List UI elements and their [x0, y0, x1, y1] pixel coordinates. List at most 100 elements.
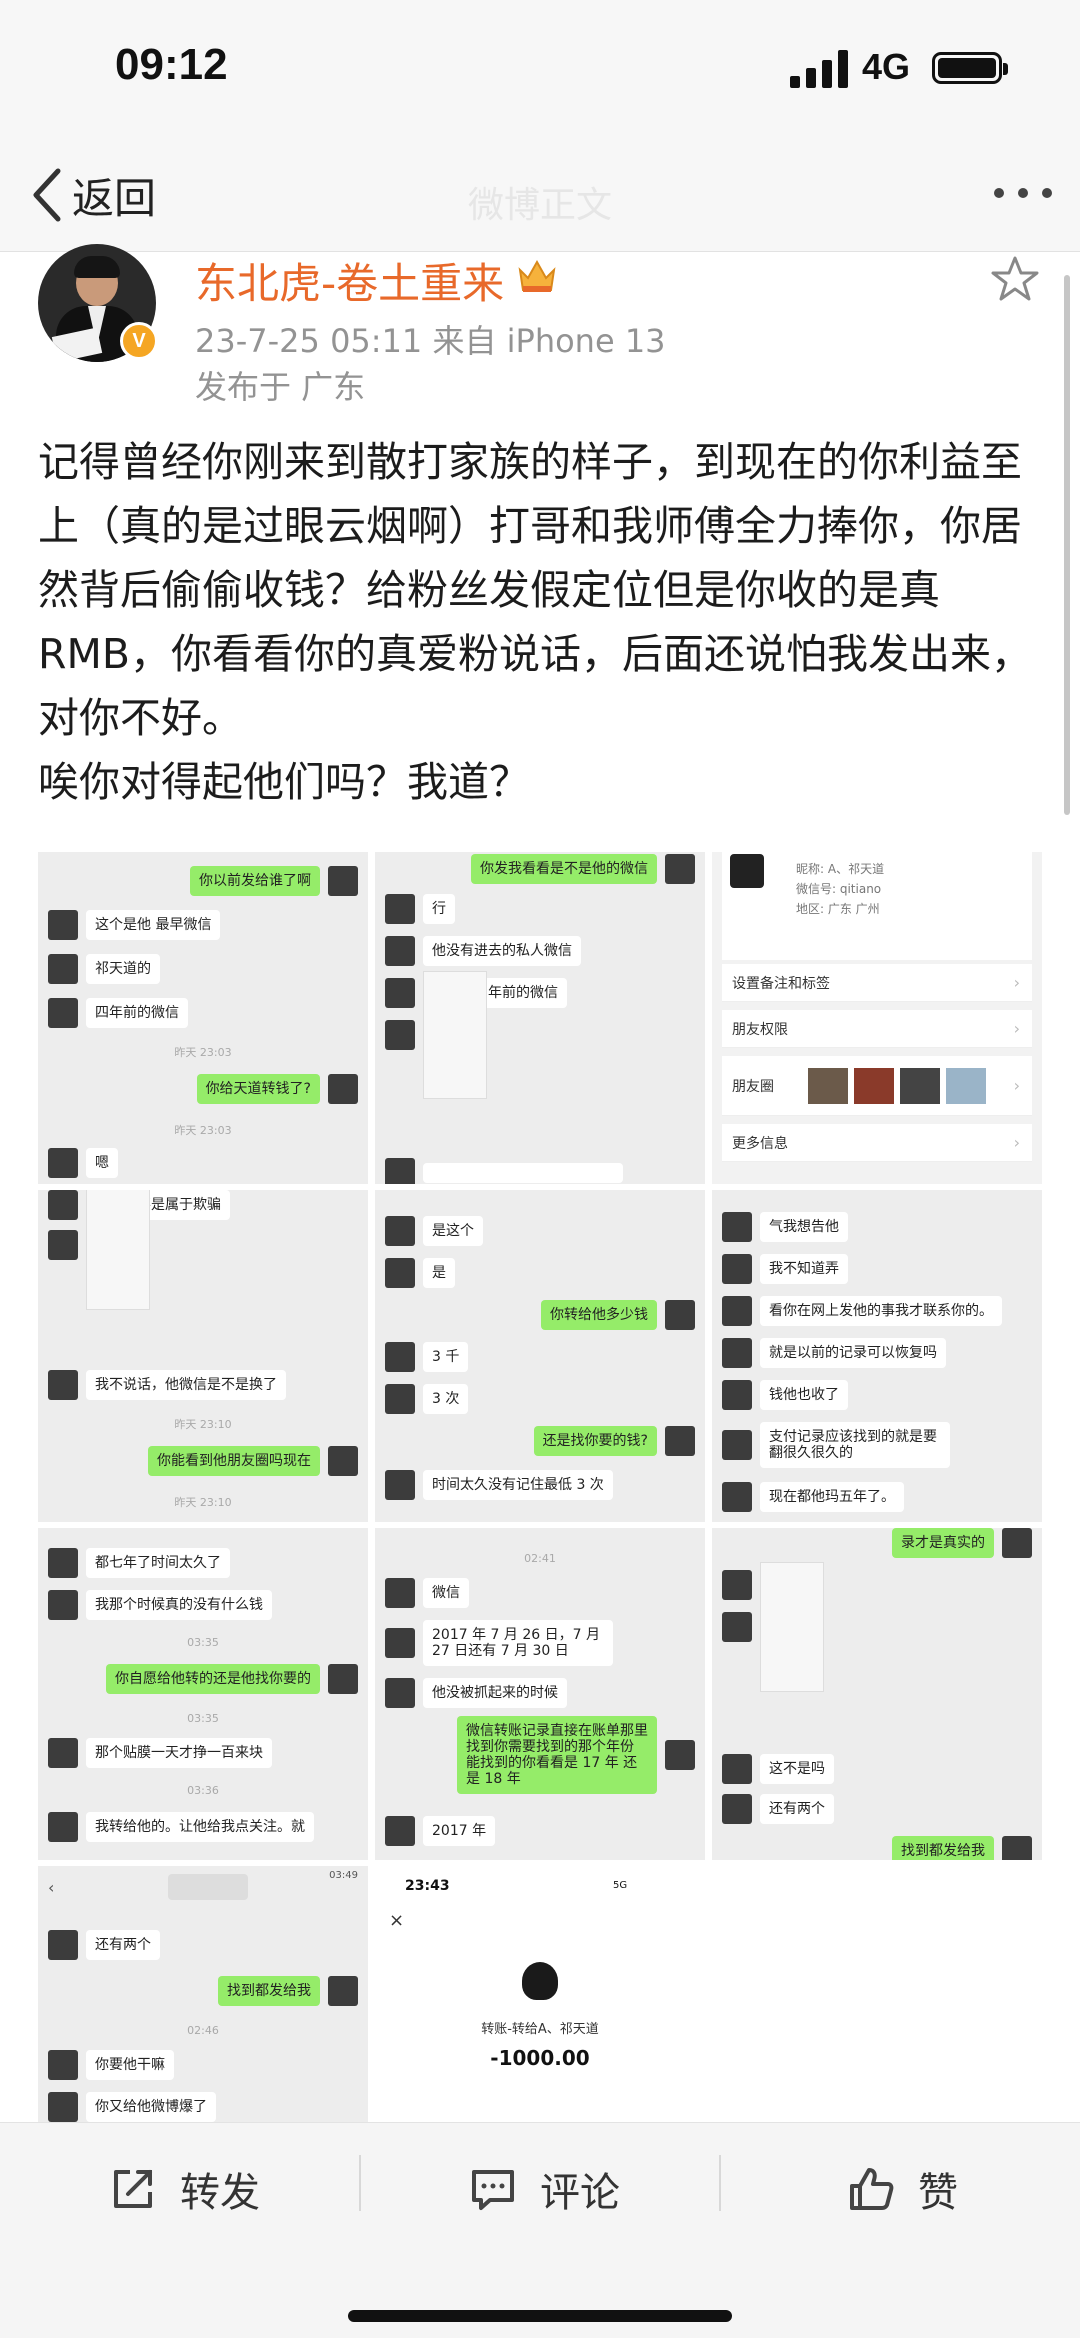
profile-region: 地区: 广东 广州: [796, 902, 880, 916]
chat-timestamp: 昨天 23:03: [174, 1046, 232, 1059]
screenshot-image-8[interactable]: 02:41 微信 2017 年 7 月 26 日，7 月 27 日还有 7 月 …: [375, 1528, 705, 1860]
chat-message: 他没有进去的私人微信: [423, 936, 581, 966]
chat-message: 都七年了时间太久了: [86, 1548, 230, 1578]
chat-message: 还有两个: [760, 1794, 834, 1824]
chat-message: 时间太久没有记住最低 3 次: [423, 1470, 613, 1500]
image-grid: 你以前发给谁了啊 这个是他 最早微信 祁天道的 四年前的微信 昨天 23:03 …: [38, 852, 1042, 2122]
like-button[interactable]: 赞: [846, 2153, 958, 2225]
chat-message: 嗯: [86, 1148, 118, 1178]
chat-message: 2017 年: [423, 1816, 496, 1846]
screenshot-image-4[interactable]: 他这是不是属于欺骗 我不说话，他微信是不是换了 昨天 23:10 你能看到他朋友…: [38, 1190, 368, 1522]
chat-message: 现在都他玛五年了。: [760, 1482, 904, 1512]
chat-timestamp: 02:46: [187, 2024, 219, 2037]
post-location: 发布于 广东: [195, 368, 366, 406]
profile-row-more: 更多信息 ›: [722, 1124, 1032, 1162]
screenshot-image-10[interactable]: ‹ 03:49 还有两个 找到都发给我 02:46 你要他干嘛 你又给他微博爆了: [38, 1866, 368, 2122]
chat-timestamp: 03:35: [187, 1712, 219, 1725]
chat-message: 我不知道弄: [760, 1254, 848, 1284]
profile-nickname: 昵称: A、祁天道: [796, 862, 885, 876]
chat-message: 录才是真实的: [892, 1528, 994, 1558]
screenshot-image-6[interactable]: 气我想告他 我不知道弄 看你在网上发他的事我才联系你的。 就是以前的记录可以恢复…: [712, 1190, 1042, 1522]
chat-message: 支付记录应该找到的就是要翻很久很久的: [760, 1422, 950, 1468]
thumbs-up-icon: [850, 2168, 894, 2210]
chat-message: 这不是吗: [760, 1754, 834, 1784]
chat-message: 这个是他 最早微信: [86, 910, 221, 940]
signal-icon: [790, 50, 848, 88]
chat-message: 找到都发给我: [218, 1976, 320, 2006]
scroll-indicator: [1064, 275, 1070, 815]
chat-message: 2017 年 7 月 26 日，7 月 27 日还有 7 月 30 日: [423, 1620, 613, 1666]
screenshot-image-3[interactable]: 昵称: A、祁天道 微信号: qitiano 地区: 广东 广州 设置备注和标签…: [712, 852, 1042, 1184]
chat-message: 你转给他多少钱: [541, 1300, 657, 1330]
status-time: 09:12: [115, 40, 228, 89]
chat-message: 你能看到他朋友圈吗现在: [148, 1446, 320, 1476]
author-name[interactable]: 东北虎-卷土重来: [195, 250, 504, 311]
chat-timestamp: 昨天 23:10: [174, 1418, 232, 1431]
chat-message: 钱他也收了: [760, 1380, 848, 1410]
chat-message: 就是以前的记录可以恢复吗: [760, 1338, 946, 1368]
chat-header: ‹ 03:49: [38, 1866, 368, 1910]
profile-row-moments: 朋友圈 ›: [722, 1056, 1032, 1116]
image-thumbnail: [86, 1190, 150, 1310]
chat-timestamp: 03:36: [187, 1784, 219, 1797]
home-indicator: [348, 2310, 732, 2322]
chat-message: 你又给他微博爆了: [86, 2092, 216, 2122]
chat-message: 是这个: [423, 1216, 483, 1246]
repost-icon: [114, 2170, 152, 2208]
chat-message: 还有两个: [86, 1930, 160, 1960]
chat-timestamp: 03:35: [187, 1636, 219, 1649]
chat-message: 我转给他的。让他给我点关注。就: [86, 1812, 314, 1842]
transfer-network: 5G: [613, 1880, 628, 1891]
divider: [719, 2155, 721, 2211]
chat-message: 是: [423, 1258, 455, 1288]
repost-button[interactable]: 转发: [108, 2153, 260, 2225]
chat-message: 3 千: [423, 1342, 469, 1372]
image-thumbnail: [423, 971, 487, 1099]
chat-message: 我那个时候真的没有什么钱: [86, 1590, 272, 1620]
chat-timestamp: 昨天 23:10: [174, 1496, 232, 1509]
chat-message: 微信: [423, 1578, 469, 1608]
screenshot-image-1[interactable]: 你以前发给谁了啊 这个是他 最早微信 祁天道的 四年前的微信 昨天 23:03 …: [38, 852, 368, 1184]
profile-row-permission: 朋友权限 ›: [722, 1010, 1032, 1048]
like-label: 赞: [918, 2170, 958, 2216]
screenshot-image-11[interactable]: 23:43 5G × 转账-转给A、祁天道 -1000.00: [375, 1866, 705, 2122]
payee-logo: [522, 1962, 558, 2000]
crown-icon: [518, 259, 556, 292]
transfer-amount: -1000.00: [490, 2046, 590, 2070]
battery-icon: [932, 52, 1008, 84]
screenshot-image-5[interactable]: 是这个 是 你转给他多少钱 3 千 3 次 还是找你要的钱? 时间太久没有记住最…: [375, 1190, 705, 1522]
screenshot-image-2[interactable]: 你发我看看是不是他的微信 行 他没有进去的私人微信 我有他四年前的微信: [375, 852, 705, 1184]
status-bar: 09:12 4G: [0, 0, 1080, 140]
chat-message: 你给天道转钱了?: [196, 1074, 320, 1104]
chat-timestamp: 昨天 23:03: [174, 1124, 232, 1137]
favorite-star-icon[interactable]: [990, 254, 1040, 304]
nav-bar: 返回 微博正文: [0, 140, 1080, 252]
chat-message: 你要他干嘛: [86, 2050, 174, 2080]
chat-message: 四年前的微信: [86, 998, 188, 1028]
post-meta: 23-7-25 05:11 来自 iPhone 13: [195, 322, 666, 360]
chat-message: 你发我看看是不是他的微信: [471, 854, 657, 884]
divider: [359, 2155, 361, 2211]
profile-avatar: [730, 854, 764, 888]
more-options-button[interactable]: [994, 188, 1052, 198]
screenshot-image-9[interactable]: 录才是真实的 有 这不是吗 还有两个 找到都发给我: [712, 1528, 1042, 1860]
chat-message: 祁天道的: [86, 954, 160, 984]
chat-message: 你以前发给谁了啊: [190, 866, 320, 896]
nav-title: 微博正文: [467, 185, 612, 226]
chat-timestamp: 02:41: [524, 1552, 556, 1565]
chat-message: 微信转账记录直接在账单那里找到你需要找到的那个年份 能找到的你看看是 17 年 …: [457, 1716, 657, 1794]
close-icon: ×: [389, 1910, 405, 1931]
profile-wechat-id: 微信号: qitiano: [796, 882, 882, 896]
weibo-post-screen: 09:12 4G 返回 微博正文 V 东北虎-卷土重来 23-7-25 05:1…: [0, 0, 1080, 2338]
transfer-clock: 23:43: [405, 1878, 450, 1894]
chat-message: 找到都发给我: [892, 1836, 994, 1860]
chat-message: 行: [423, 894, 455, 924]
comment-label: 评论: [540, 2170, 620, 2216]
screenshot-image-7[interactable]: 都七年了时间太久了 我那个时候真的没有什么钱 03:35 你自愿给他转的还是他找…: [38, 1528, 368, 1860]
chat-message: 他没被抓起来的时候: [423, 1678, 567, 1708]
chat-message: 3 次: [423, 1384, 469, 1414]
post-text: 记得曾经你刚来到散打家族的样子，到现在的你利益至上（真的是过眼云烟啊）打哥和我师…: [38, 438, 1032, 806]
chat-message: 气我想告他: [760, 1212, 848, 1242]
comment-button[interactable]: 评论: [468, 2153, 620, 2225]
profile-row-remark: 设置备注和标签 ›: [722, 964, 1032, 1002]
